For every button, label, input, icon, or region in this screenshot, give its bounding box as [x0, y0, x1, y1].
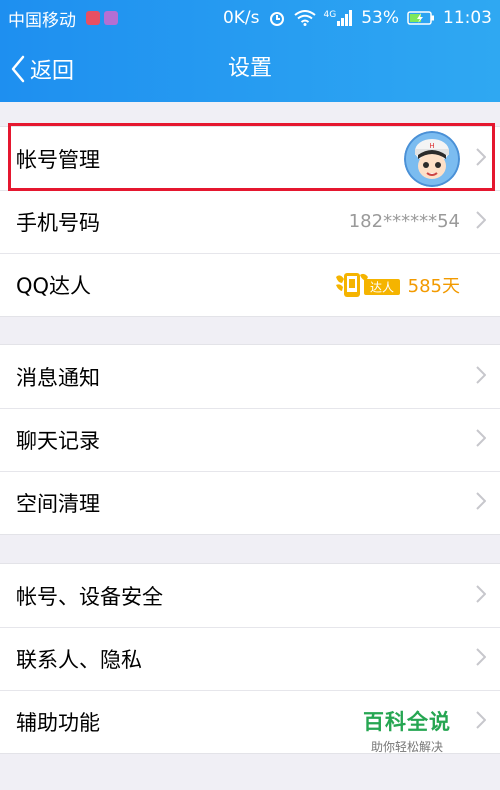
wifi-icon [293, 10, 316, 26]
qq-expert-icon: 达人 [335, 272, 400, 297]
row-contacts-privacy[interactable]: 联系人、隐私 [0, 627, 500, 690]
row-label: 空间清理 [16, 491, 100, 516]
row-qq-expert[interactable]: QQ达人 达人 585天 [0, 253, 500, 316]
chevron-left-icon [10, 55, 30, 83]
network-type: 4G [323, 10, 337, 20]
qq-expert-badge: 达人 585天 [334, 271, 460, 299]
qq-expert-days: 585天 [407, 275, 460, 297]
chevron-right-icon [476, 710, 487, 733]
avatar: H [404, 130, 460, 187]
row-storage-cleanup[interactable]: 空间清理 [0, 471, 500, 534]
clock: 11:03 [443, 8, 492, 28]
row-chat-history[interactable]: 聊天记录 [0, 408, 500, 471]
chevron-right-icon [476, 365, 487, 388]
row-account-security[interactable]: 帐号、设备安全 [0, 564, 500, 627]
row-notifications[interactable]: 消息通知 [0, 345, 500, 408]
row-label: 帐号管理 [16, 147, 100, 172]
row-label: 聊天记录 [16, 428, 100, 453]
chevron-right-icon [476, 647, 487, 670]
row-account-management[interactable]: 帐号管理 H [0, 127, 500, 190]
row-label: 帐号、设备安全 [16, 584, 163, 609]
signal-icon: 4G [324, 10, 354, 26]
back-button[interactable]: 返回 [10, 36, 74, 102]
settings-group-messages: 消息通知 聊天记录 空间清理 [0, 344, 500, 535]
row-label: 联系人、隐私 [16, 647, 142, 672]
status-bar: 中国移动 0K/s 4G 53% 11:03 [0, 0, 500, 36]
phone-value: 182******54 [348, 211, 460, 232]
watermark-subtitle: 助你轻松解决 [370, 740, 443, 754]
alarm-icon [268, 9, 286, 27]
row-label: 手机号码 [16, 210, 100, 235]
settings-group-account: 帐号管理 H 手机号码 182******54 QQ达人 达人 585天 [0, 126, 500, 317]
watermark-title: 百科全说 [363, 710, 451, 734]
chevron-right-icon [476, 584, 487, 607]
battery-percent: 53% [361, 8, 399, 28]
row-label: 辅助功能 [16, 710, 100, 735]
gallery-icon [104, 11, 118, 25]
page-title: 设置 [227, 56, 272, 81]
svg-text:H: H [429, 142, 434, 150]
watermark: 百科全说 助你轻松解决 [352, 706, 462, 766]
chevron-right-icon [476, 428, 487, 451]
battery-icon [407, 10, 435, 26]
row-label: QQ达人 [16, 273, 92, 298]
chevron-right-icon [476, 491, 487, 514]
chevron-right-icon [476, 147, 487, 170]
back-label: 返回 [30, 59, 75, 84]
network-speed: 0K/s [222, 8, 260, 28]
svg-text:达人: 达人 [370, 280, 394, 294]
row-phone-number[interactable]: 手机号码 182******54 [0, 190, 500, 253]
row-label: 消息通知 [16, 365, 100, 390]
notification-icon [86, 11, 100, 25]
chevron-right-icon [476, 210, 487, 233]
carrier-name: 中国移动 [8, 10, 76, 31]
navigation-bar: 返回 设置 [0, 36, 500, 102]
